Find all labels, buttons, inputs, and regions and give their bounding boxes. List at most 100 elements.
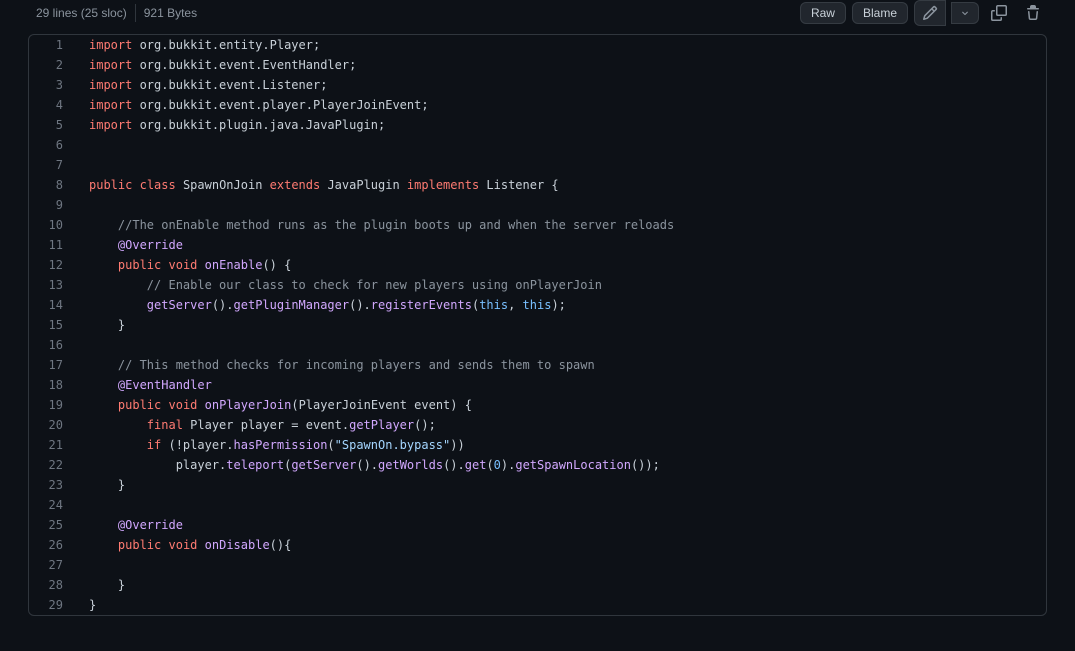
code-line: 27 [29,555,1046,575]
code-line: 2import org.bukkit.event.EventHandler; [29,55,1046,75]
line-source[interactable]: import org.bukkit.event.player.PlayerJoi… [79,95,1046,115]
line-source[interactable] [79,155,1046,175]
edit-button[interactable] [914,0,946,26]
lines-info: 29 lines (25 sloc) [36,6,127,20]
line-number[interactable]: 4 [29,95,79,115]
line-number[interactable]: 14 [29,295,79,315]
line-number[interactable]: 16 [29,335,79,355]
line-number[interactable]: 9 [29,195,79,215]
divider [135,4,136,22]
line-number[interactable]: 13 [29,275,79,295]
line-source[interactable]: if (!player.hasPermission("SpawnOn.bypas… [79,435,1046,455]
code-line: 8public class SpawnOnJoin extends JavaPl… [29,175,1046,195]
line-number[interactable]: 25 [29,515,79,535]
chevron-down-icon [959,7,971,19]
line-number[interactable]: 21 [29,435,79,455]
code-line: 13 // Enable our class to check for new … [29,275,1046,295]
blame-button[interactable]: Blame [852,2,908,24]
code-line: 29} [29,595,1046,615]
line-number[interactable]: 19 [29,395,79,415]
code-table: 1import org.bukkit.entity.Player;2import… [29,35,1046,615]
line-number[interactable]: 1 [29,35,79,55]
line-number[interactable]: 15 [29,315,79,335]
line-number[interactable]: 24 [29,495,79,515]
code-line: 18 @EventHandler [29,375,1046,395]
copy-icon [991,5,1007,21]
line-source[interactable]: player.teleport(getServer().getWorlds().… [79,455,1046,475]
line-source[interactable]: getServer().getPluginManager().registerE… [79,295,1046,315]
line-source[interactable] [79,135,1046,155]
file-header: 29 lines (25 sloc) 921 Bytes Raw Blame [28,0,1047,34]
line-number[interactable]: 7 [29,155,79,175]
line-source[interactable]: public void onEnable() { [79,255,1046,275]
more-actions-button[interactable] [951,2,979,24]
code-block: 1import org.bukkit.entity.Player;2import… [28,34,1047,616]
line-number[interactable]: 5 [29,115,79,135]
line-source[interactable]: } [79,575,1046,595]
line-source[interactable]: import org.bukkit.plugin.java.JavaPlugin… [79,115,1046,135]
line-number[interactable]: 2 [29,55,79,75]
file-actions: Raw Blame [800,0,1047,26]
line-number[interactable]: 12 [29,255,79,275]
bytes-info: 921 Bytes [144,6,197,20]
code-line: 26 public void onDisable(){ [29,535,1046,555]
code-line: 19 public void onPlayerJoin(PlayerJoinEv… [29,395,1046,415]
line-source[interactable] [79,335,1046,355]
code-line: 12 public void onEnable() { [29,255,1046,275]
line-number[interactable]: 27 [29,555,79,575]
code-line: 1import org.bukkit.entity.Player; [29,35,1046,55]
code-line: 20 final Player player = event.getPlayer… [29,415,1046,435]
line-source[interactable] [79,495,1046,515]
line-source[interactable]: final Player player = event.getPlayer(); [79,415,1046,435]
line-number[interactable]: 6 [29,135,79,155]
code-line: 28 } [29,575,1046,595]
line-number[interactable]: 28 [29,575,79,595]
line-number[interactable]: 3 [29,75,79,95]
pencil-icon [922,5,938,21]
line-source[interactable]: import org.bukkit.event.Listener; [79,75,1046,95]
code-line: 5import org.bukkit.plugin.java.JavaPlugi… [29,115,1046,135]
line-source[interactable]: } [79,595,1046,615]
code-line: 14 getServer().getPluginManager().regist… [29,295,1046,315]
line-source[interactable] [79,195,1046,215]
line-number[interactable]: 26 [29,535,79,555]
code-line: 24 [29,495,1046,515]
code-line: 7 [29,155,1046,175]
line-source[interactable]: @Override [79,235,1046,255]
line-source[interactable] [79,555,1046,575]
code-line: 23 } [29,475,1046,495]
copy-button[interactable] [985,1,1013,25]
code-line: 4import org.bukkit.event.player.PlayerJo… [29,95,1046,115]
line-number[interactable]: 23 [29,475,79,495]
code-line: 17 // This method checks for incoming pl… [29,355,1046,375]
line-number[interactable]: 11 [29,235,79,255]
line-number[interactable]: 8 [29,175,79,195]
line-source[interactable]: import org.bukkit.event.EventHandler; [79,55,1046,75]
line-number[interactable]: 22 [29,455,79,475]
line-source[interactable]: } [79,475,1046,495]
line-number[interactable]: 18 [29,375,79,395]
code-line: 15 } [29,315,1046,335]
line-source[interactable]: // Enable our class to check for new pla… [79,275,1046,295]
line-number[interactable]: 20 [29,415,79,435]
line-source[interactable]: public void onDisable(){ [79,535,1046,555]
line-source[interactable]: @EventHandler [79,375,1046,395]
file-info: 29 lines (25 sloc) 921 Bytes [28,4,197,22]
code-line: 21 if (!player.hasPermission("SpawnOn.by… [29,435,1046,455]
code-line: 10 //The onEnable method runs as the plu… [29,215,1046,235]
code-line: 6 [29,135,1046,155]
raw-button[interactable]: Raw [800,2,846,24]
line-number[interactable]: 17 [29,355,79,375]
line-source[interactable]: // This method checks for incoming playe… [79,355,1046,375]
line-source[interactable]: import org.bukkit.entity.Player; [79,35,1046,55]
code-line: 9 [29,195,1046,215]
line-source[interactable]: @Override [79,515,1046,535]
line-source[interactable]: public class SpawnOnJoin extends JavaPlu… [79,175,1046,195]
line-source[interactable]: //The onEnable method runs as the plugin… [79,215,1046,235]
line-source[interactable]: } [79,315,1046,335]
line-number[interactable]: 29 [29,595,79,615]
delete-button[interactable] [1019,1,1047,25]
line-number[interactable]: 10 [29,215,79,235]
code-line: 16 [29,335,1046,355]
line-source[interactable]: public void onPlayerJoin(PlayerJoinEvent… [79,395,1046,415]
